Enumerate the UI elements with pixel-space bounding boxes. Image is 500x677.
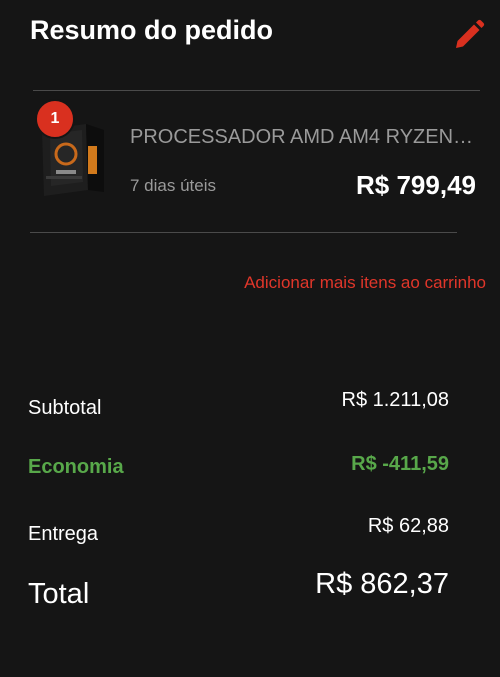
subtotal-label: Subtotal: [28, 397, 102, 419]
pencil-icon: [456, 19, 485, 48]
add-more-items-link[interactable]: Adicionar mais itens ao carrinho: [244, 273, 486, 293]
divider: [30, 232, 457, 233]
savings-label: Economia: [28, 456, 124, 478]
quantity-badge: 1: [35, 99, 75, 139]
shipping-value: R$ 62,88: [367, 515, 449, 537]
edit-order-button[interactable]: [452, 18, 486, 52]
total-value: R$ 862,37: [315, 568, 449, 600]
order-summary-title: Resumo do pedido: [30, 15, 273, 45]
total-label: Total: [28, 578, 90, 610]
subtotal-value: R$ 1.211,08: [341, 389, 450, 411]
shipping-label: Entrega: [28, 523, 99, 545]
divider: [33, 90, 480, 91]
product-price: R$ 799,49: [356, 170, 476, 200]
product-name[interactable]: PROCESSADOR AMD AM4 RYZEN 5 5600G: [130, 126, 478, 149]
savings-value: R$ -411,59: [351, 453, 449, 475]
delivery-time: 7 dias úteis: [130, 176, 216, 195]
